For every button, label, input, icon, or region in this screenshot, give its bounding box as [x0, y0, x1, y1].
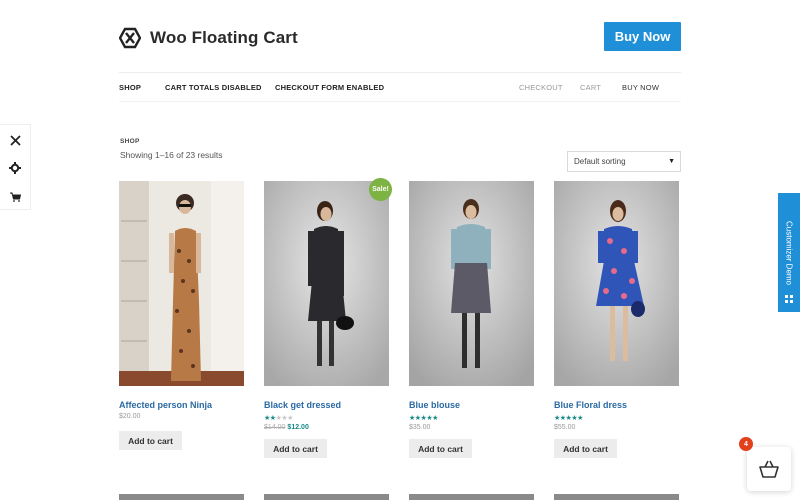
nav-item-cart[interactable]: CART [580, 83, 601, 92]
product-image[interactable] [119, 494, 244, 500]
add-to-cart-button[interactable]: Add to cart [409, 439, 472, 458]
add-to-cart-button[interactable]: Add to cart [119, 431, 182, 450]
result-count: Showing 1–16 of 23 results [120, 150, 223, 160]
rating-stars: ★★★★★ [264, 415, 293, 422]
chevron-down-icon: ▼ [668, 158, 675, 165]
nav-item-checkout[interactable]: CHECKOUT [519, 83, 563, 92]
nav-item-shop[interactable]: SHOP [119, 83, 141, 92]
rating-stars: ★★★★★ [554, 415, 583, 422]
buy-now-button[interactable]: Buy Now [604, 22, 681, 51]
product-image[interactable] [409, 181, 534, 386]
product-image[interactable] [409, 494, 534, 500]
rating-stars: ★★★★★ [409, 415, 438, 422]
nav-item-checkout-form-enabled[interactable]: CHECKOUT FORM ENABLED [275, 83, 384, 92]
product-price: $20.00 [119, 413, 244, 420]
product-image[interactable] [119, 181, 244, 386]
product-card: Affected person Ninja $20.00 Add to cart [119, 181, 244, 450]
customizer-demo-tab[interactable]: Customizer Demo [778, 193, 800, 312]
product-image[interactable] [554, 494, 679, 500]
sale-badge: Sale! [369, 178, 392, 201]
current-price: $12.00 [287, 424, 309, 431]
add-to-cart-button[interactable]: Add to cart [264, 439, 327, 458]
close-icon[interactable] [6, 131, 24, 149]
nav-item-cart-totals-disabled[interactable]: CART TOTALS DISABLED [165, 83, 262, 92]
product-card: Blue Floral dress ★★★★★ $55.00 Add to ca… [554, 181, 679, 458]
product-title[interactable]: Affected person Ninja [119, 400, 244, 410]
product-title[interactable]: Blue Floral dress [554, 400, 679, 410]
grid-icon [785, 295, 793, 303]
product-card: Blue blouse ★★★★★ $35.00 Add to cart [409, 181, 534, 458]
product-title[interactable]: Black get dressed [264, 400, 389, 410]
sort-selected-value: Default sorting [574, 157, 626, 166]
cart-count-badge: 4 [739, 437, 753, 451]
sort-select[interactable]: Default sorting ▼ [567, 151, 681, 172]
customizer-label: Customizer Demo [784, 220, 794, 285]
product-price: $35.00 [409, 424, 534, 431]
side-toolbar [0, 124, 31, 210]
product-card: Black get dressed ★★★★★ $14.00 $12.00 Add… [264, 181, 389, 458]
product-price: $55.00 [554, 424, 679, 431]
site-title: Woo Floating Cart [150, 28, 298, 47]
add-to-cart-button[interactable]: Add to cart [554, 439, 617, 458]
current-price: $20.00 [119, 413, 141, 420]
site-logo[interactable]: Woo Floating Cart [119, 27, 298, 49]
current-price: $55.00 [554, 424, 576, 431]
nav-item-buy-now[interactable]: BUY NOW [622, 83, 659, 92]
product-image[interactable] [554, 181, 679, 386]
product-image[interactable] [264, 494, 389, 500]
shopping-basket-icon [759, 460, 779, 478]
current-price: $35.00 [409, 424, 431, 431]
product-title[interactable]: Blue blouse [409, 400, 534, 410]
product-image[interactable] [264, 181, 389, 386]
old-price: $14.00 [264, 424, 286, 431]
cart-icon[interactable] [6, 188, 24, 206]
floating-cart-button[interactable] [747, 447, 791, 491]
gear-icon[interactable] [6, 159, 24, 177]
main-nav: SHOP CART TOTALS DISABLED CHECKOUT FORM … [119, 72, 681, 102]
logo-icon [119, 27, 141, 49]
breadcrumb[interactable]: SHOP [120, 138, 140, 145]
product-price: $14.00 $12.00 [264, 424, 389, 431]
